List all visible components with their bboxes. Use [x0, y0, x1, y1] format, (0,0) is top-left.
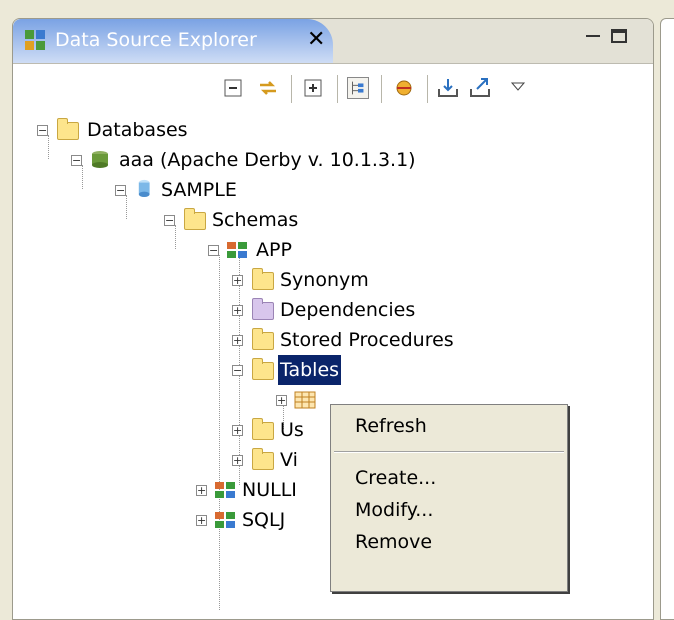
- expand-toggle-icon[interactable]: +: [196, 485, 207, 496]
- open-folder-icon: [57, 118, 79, 140]
- import-icon[interactable]: [437, 77, 459, 99]
- folder-icon: [252, 268, 274, 290]
- menu-item-refresh[interactable]: Refresh: [355, 415, 427, 437]
- expand-toggle-icon[interactable]: +: [196, 515, 207, 526]
- table-icon: [294, 391, 316, 409]
- expand-toggle-icon[interactable]: +: [276, 395, 287, 406]
- schema-icon: [227, 242, 247, 258]
- expand-toggle-icon[interactable]: +: [232, 275, 243, 286]
- folder-icon: [184, 208, 206, 230]
- expand-toggle-icon[interactable]: +: [232, 305, 243, 316]
- tree-label: Databases: [87, 119, 188, 141]
- tree-label: aaa (Apache Derby v. 10.1.3.1): [119, 149, 416, 171]
- menu-separator: [334, 451, 564, 453]
- minimize-icon[interactable]: [585, 29, 601, 43]
- expand-toggle-icon[interactable]: +: [232, 455, 243, 466]
- tree-label: Tables: [278, 355, 342, 385]
- folder-icon: [252, 418, 274, 440]
- menu-item-create[interactable]: Create...: [355, 467, 436, 489]
- collapse-toggle-icon[interactable]: −: [232, 365, 243, 376]
- data-source-explorer-icon: [25, 30, 45, 50]
- tree-label: APP: [256, 239, 292, 261]
- show-hierarchy-icon[interactable]: [347, 77, 369, 99]
- adjacent-view-edge: [660, 18, 674, 620]
- database-icon: [138, 179, 150, 197]
- collapse-toggle-icon[interactable]: −: [71, 155, 82, 166]
- collapse-toggle-icon[interactable]: −: [164, 215, 175, 226]
- folder-icon: [252, 328, 274, 350]
- view-tabbar: Data Source Explorer ✕: [13, 19, 653, 64]
- context-menu: Refresh Create... Modify... Remove: [330, 404, 568, 592]
- collapse-all-icon[interactable]: [223, 77, 245, 99]
- database-connection-icon: [92, 151, 108, 168]
- connect-icon[interactable]: [393, 77, 415, 99]
- menu-item-remove[interactable]: Remove: [355, 531, 432, 553]
- tab-data-source-explorer[interactable]: Data Source Explorer ✕: [13, 19, 333, 63]
- expand-toggle-icon[interactable]: +: [232, 335, 243, 346]
- tree-label: Vi: [280, 449, 298, 471]
- expand-icon[interactable]: [303, 77, 325, 99]
- tree-label: Dependencies: [280, 299, 416, 321]
- view-toolbar: [13, 63, 653, 115]
- tree-label: NULLI: [242, 479, 297, 501]
- schema-icon: [215, 482, 235, 498]
- collapse-toggle-icon[interactable]: −: [208, 245, 219, 256]
- collapse-toggle-icon[interactable]: −: [37, 125, 48, 136]
- close-icon[interactable]: ✕: [307, 27, 325, 52]
- tree-label: Stored Procedures: [280, 329, 454, 351]
- schema-icon: [215, 512, 235, 528]
- menu-item-modify[interactable]: Modify...: [355, 499, 433, 521]
- tree-label: Us: [280, 419, 304, 441]
- view-menu-icon[interactable]: [507, 77, 529, 99]
- folder-icon: [252, 298, 274, 320]
- folder-icon: [252, 358, 274, 380]
- view-title: Data Source Explorer: [55, 29, 257, 51]
- tree-label: SQLJ: [242, 509, 286, 531]
- maximize-icon[interactable]: [611, 29, 627, 43]
- expand-toggle-icon[interactable]: +: [232, 425, 243, 436]
- tree-label: Synonym: [280, 269, 369, 291]
- link-with-editor-icon[interactable]: [257, 77, 279, 99]
- collapse-toggle-icon[interactable]: −: [115, 185, 126, 196]
- tree-label: Schemas: [212, 209, 299, 231]
- tree-label: SAMPLE: [161, 179, 237, 201]
- export-icon[interactable]: [469, 77, 491, 99]
- folder-icon: [252, 448, 274, 470]
